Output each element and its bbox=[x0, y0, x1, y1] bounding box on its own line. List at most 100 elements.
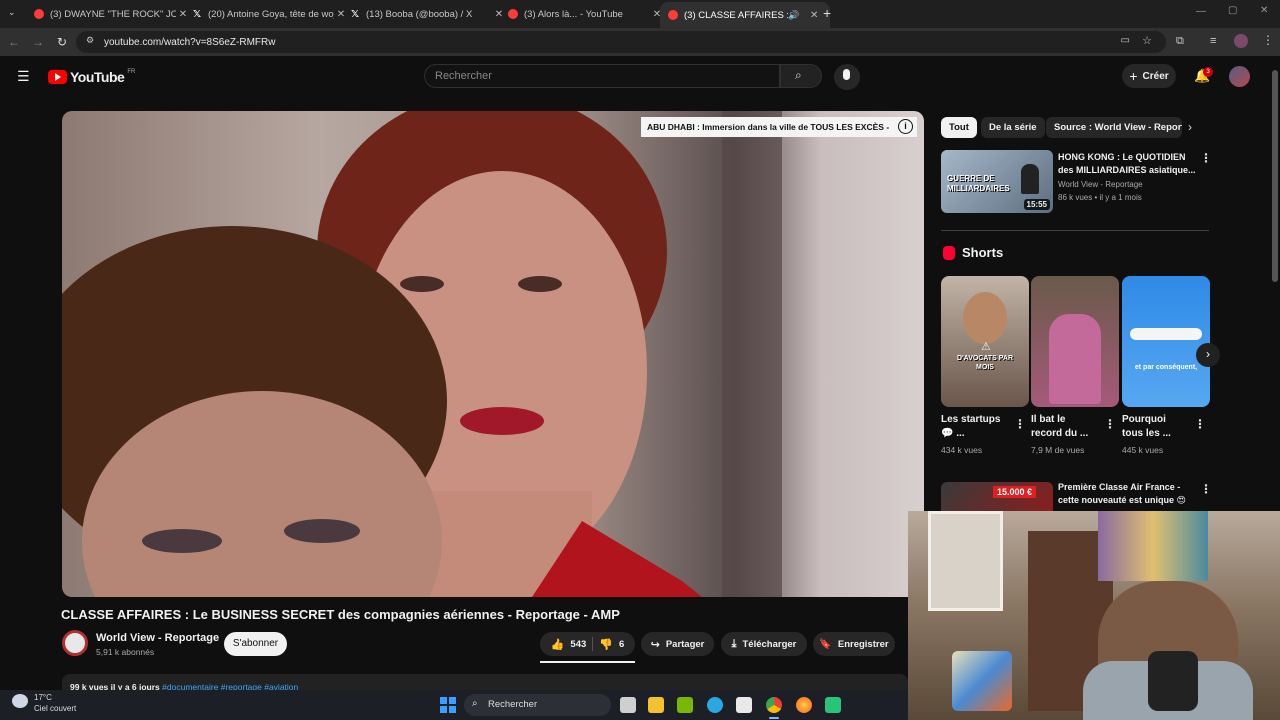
channel-name[interactable]: World View - Reportage bbox=[96, 632, 219, 644]
short-overlay-text: D'AVOCATS PAR MOIS bbox=[956, 355, 1014, 371]
download-label: Télécharger bbox=[742, 638, 797, 650]
short-thumbnail-3[interactable]: et par conséquent, bbox=[1122, 276, 1210, 407]
windows-start-icon[interactable] bbox=[440, 697, 456, 713]
more-options-icon[interactable]: ⋮ bbox=[1200, 151, 1212, 165]
channel-avatar[interactable] bbox=[62, 630, 88, 656]
shorts-icon bbox=[943, 246, 955, 260]
weather-condition: Ciel couvert bbox=[34, 704, 77, 713]
up-next-overlay[interactable]: ABU DHABI : Immersion dans la ville de T… bbox=[641, 117, 917, 137]
url-bar[interactable]: ⚙ youtube.com/watch?v=8S6eZ-RMFRw ▭ ☆ bbox=[76, 31, 1166, 53]
voice-search-button[interactable] bbox=[834, 64, 860, 90]
search-icon: ⌕ bbox=[472, 698, 478, 709]
short-overlay-text: et par conséquent, bbox=[1134, 364, 1198, 371]
dislike-button[interactable]: 👎 6 bbox=[599, 638, 624, 651]
like-button[interactable]: 👍 543 bbox=[551, 638, 587, 651]
video-duration: 15:55 bbox=[1023, 199, 1050, 210]
short-title-3[interactable]: Pourquoi tous les ... bbox=[1122, 413, 1182, 441]
task-view-icon[interactable] bbox=[620, 697, 636, 713]
more-options-icon[interactable]: ⋮ bbox=[1194, 417, 1206, 431]
browser-tab-strip: ⌄ (3) DWAYNE "THE ROCK" JOHNSON ✕ 𝕏 (20)… bbox=[0, 0, 1280, 28]
tab-search-icon[interactable]: ⌄ bbox=[8, 7, 16, 18]
app-icon[interactable] bbox=[825, 697, 841, 713]
more-options-icon[interactable]: ⋮ bbox=[1200, 482, 1212, 496]
nvidia-icon[interactable] bbox=[677, 697, 693, 713]
recommended-title[interactable]: HONG KONG : Le QUOTIDIEN des MILLIARDAIR… bbox=[1058, 151, 1196, 177]
info-icon[interactable]: i bbox=[898, 119, 913, 134]
profile-avatar[interactable] bbox=[1234, 34, 1248, 48]
tab-4[interactable]: (3) Alors là... - YouTube ✕ bbox=[500, 4, 670, 24]
back-icon[interactable]: ← bbox=[6, 34, 22, 50]
close-window-icon[interactable]: ✕ bbox=[1260, 5, 1268, 16]
cast-icon[interactable]: ▭ bbox=[1121, 35, 1130, 46]
download-button[interactable]: ⤓ Télécharger bbox=[721, 632, 807, 656]
file-explorer-icon[interactable] bbox=[648, 697, 664, 713]
thumbs-down-icon: 👎 bbox=[599, 638, 613, 651]
recommended-thumbnail[interactable]: GUERRE DE MILLIARDAIRES 15:55 bbox=[941, 150, 1053, 213]
speaker-icon[interactable]: 🔊 bbox=[788, 10, 799, 21]
reading-list-icon[interactable]: ≡ bbox=[1210, 35, 1216, 47]
microphone-icon bbox=[843, 69, 850, 80]
subscribe-button[interactable]: S'abonner bbox=[224, 632, 287, 656]
airplane-icon bbox=[1130, 328, 1202, 340]
tab-title: (3) CLASSE AFFAIRES : Le BUSINESS bbox=[684, 9, 788, 21]
more-options-icon[interactable]: ⋮ bbox=[1014, 417, 1026, 431]
search-input[interactable]: Rechercher bbox=[424, 64, 780, 88]
account-avatar[interactable] bbox=[1229, 66, 1250, 87]
youtube-icon bbox=[668, 10, 678, 20]
extensions-icon[interactable]: ⧉ bbox=[1176, 35, 1184, 48]
like-count: 543 bbox=[570, 638, 587, 650]
store-icon[interactable] bbox=[736, 697, 752, 713]
recommended-channel[interactable]: World View - Reportage bbox=[1058, 178, 1143, 191]
shorts-next-button[interactable]: › bbox=[1196, 343, 1220, 367]
warning-icon: ⚠ bbox=[981, 341, 991, 353]
save-button[interactable]: 🔖 Enregistrer bbox=[813, 632, 895, 656]
short-title-2[interactable]: Il bat le record du ... bbox=[1031, 413, 1097, 441]
new-tab-button[interactable]: + bbox=[823, 5, 831, 21]
close-icon[interactable]: ✕ bbox=[807, 10, 821, 21]
recommended-thumbnail[interactable]: 15.000 € bbox=[941, 482, 1053, 511]
person-figure bbox=[963, 292, 1007, 344]
windows-taskbar: 17°C Ciel couvert Rechercher ⌕ bbox=[0, 690, 908, 720]
weather-icon[interactable] bbox=[12, 694, 28, 708]
share-button[interactable]: ↪ Partager bbox=[641, 632, 714, 656]
chrome-menu-icon[interactable]: ⋮ bbox=[1262, 33, 1274, 47]
youtube-logo[interactable]: YouTube FR bbox=[48, 69, 135, 85]
short-thumbnail-1[interactable]: ⚠ D'AVOCATS PAR MOIS bbox=[941, 276, 1029, 407]
chip-source[interactable]: Source : World View - Reportage bbox=[1046, 117, 1182, 138]
tab-title: (13) Booba (@booba) / X bbox=[366, 8, 473, 20]
taskbar-search[interactable]: Rechercher bbox=[464, 694, 611, 716]
divider bbox=[941, 230, 1209, 231]
chip-all[interactable]: Tout bbox=[941, 117, 977, 138]
tab-2[interactable]: 𝕏 (20) Antoine Goya, tête de woj ✕ bbox=[184, 4, 354, 24]
chevron-right-icon[interactable]: › bbox=[1188, 120, 1192, 134]
minimize-icon[interactable]: — bbox=[1196, 6, 1206, 17]
youtube-header: ☰ YouTube FR Rechercher ⌕ + Créer 🔔 3 bbox=[0, 56, 1270, 96]
edge-icon[interactable] bbox=[707, 697, 723, 713]
youtube-wordmark: YouTube bbox=[70, 69, 125, 85]
site-info-icon[interactable]: ⚙ bbox=[86, 35, 94, 46]
tab-3[interactable]: 𝕏 (13) Booba (@booba) / X ✕ bbox=[342, 4, 512, 24]
chip-series[interactable]: De la série bbox=[981, 117, 1045, 138]
maximize-icon[interactable]: ▢ bbox=[1228, 5, 1237, 16]
tab-1[interactable]: (3) DWAYNE "THE ROCK" JOHNSON ✕ bbox=[26, 4, 196, 24]
bookmark-icon: 🔖 bbox=[819, 638, 832, 650]
tab-5-active[interactable]: (3) CLASSE AFFAIRES : Le BUSINESS 🔊 ✕ bbox=[660, 2, 830, 28]
chrome-icon[interactable] bbox=[766, 697, 782, 713]
weather-temp: 17°C bbox=[34, 693, 52, 702]
bookmark-star-icon[interactable]: ☆ bbox=[1142, 34, 1152, 47]
search-button[interactable]: ⌕ bbox=[780, 64, 822, 88]
more-options-icon[interactable]: ⋮ bbox=[1104, 417, 1116, 431]
tab-title: (20) Antoine Goya, tête de woj bbox=[208, 8, 334, 20]
recommended-title[interactable]: Première Classe Air France - cette nouve… bbox=[1058, 481, 1196, 507]
page-scrollbar[interactable] bbox=[1272, 70, 1278, 282]
microphone-arm bbox=[1148, 651, 1198, 711]
firefox-icon[interactable] bbox=[796, 697, 812, 713]
video-frame bbox=[62, 111, 782, 597]
reload-icon[interactable]: ↻ bbox=[54, 34, 70, 50]
forward-icon[interactable]: → bbox=[30, 34, 46, 50]
short-title-1[interactable]: Les startups 💬 ... bbox=[941, 413, 1009, 441]
short-thumbnail-2[interactable] bbox=[1031, 276, 1119, 407]
video-player[interactable] bbox=[62, 111, 924, 597]
hamburger-menu-icon[interactable]: ☰ bbox=[17, 68, 30, 85]
create-button[interactable]: + Créer bbox=[1122, 64, 1176, 88]
